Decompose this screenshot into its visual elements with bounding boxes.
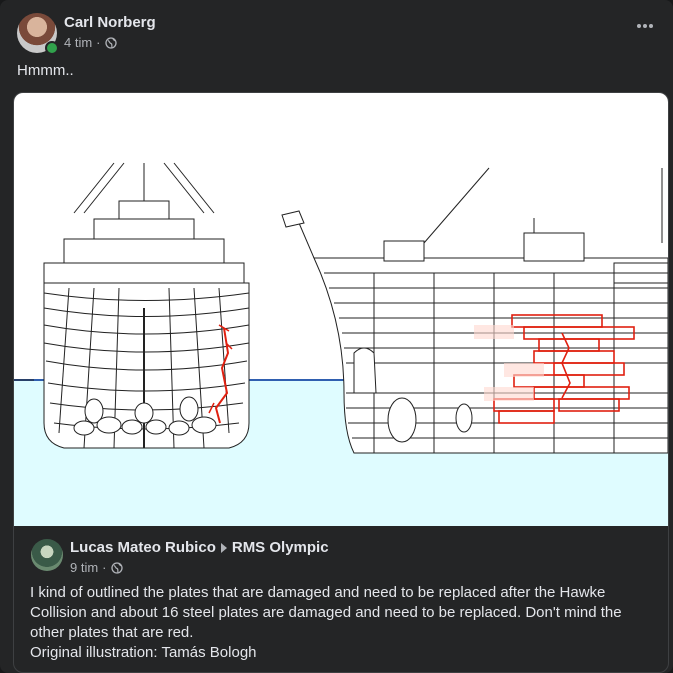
shared-post-text: I kind of outlined the plates that are d…	[30, 583, 640, 663]
shared-post[interactable]: Lucas Mateo Rubico RMS Olympic 9 tim · I…	[13, 92, 669, 673]
post-meta: 4 tim ·	[64, 35, 117, 50]
meta-separator: ·	[96, 35, 101, 50]
more-horizontal-icon	[637, 24, 653, 28]
post-time[interactable]: 4 tim	[64, 35, 92, 50]
shared-post-body: I kind of outlined the plates that are d…	[30, 584, 622, 641]
shared-post-header: Lucas Mateo Rubico RMS Olympic	[70, 539, 329, 556]
author-name[interactable]: Carl Norberg	[64, 14, 156, 31]
shared-post-time[interactable]: 9 tim	[70, 560, 98, 575]
ship-illustration-image[interactable]	[14, 93, 668, 526]
shared-author-name[interactable]: Lucas Mateo Rubico	[70, 539, 216, 556]
caret-right-icon	[220, 542, 227, 553]
shared-meta-separator: ·	[102, 560, 107, 575]
globe-icon	[104, 36, 117, 49]
online-status-indicator	[45, 41, 59, 55]
shared-author-avatar[interactable]	[31, 539, 63, 571]
globe-icon	[110, 561, 123, 574]
post-text: Hmmm..	[17, 62, 74, 79]
more-options-button[interactable]	[635, 20, 655, 40]
shared-group-name[interactable]: RMS Olympic	[232, 539, 329, 556]
shared-post-meta: 9 tim ·	[70, 560, 123, 575]
post-card: Carl Norberg 4 tim · Hmmm.. Lucas Mateo …	[0, 0, 673, 673]
illustration-credit: Original illustration: Tamás Bologh	[30, 644, 257, 661]
